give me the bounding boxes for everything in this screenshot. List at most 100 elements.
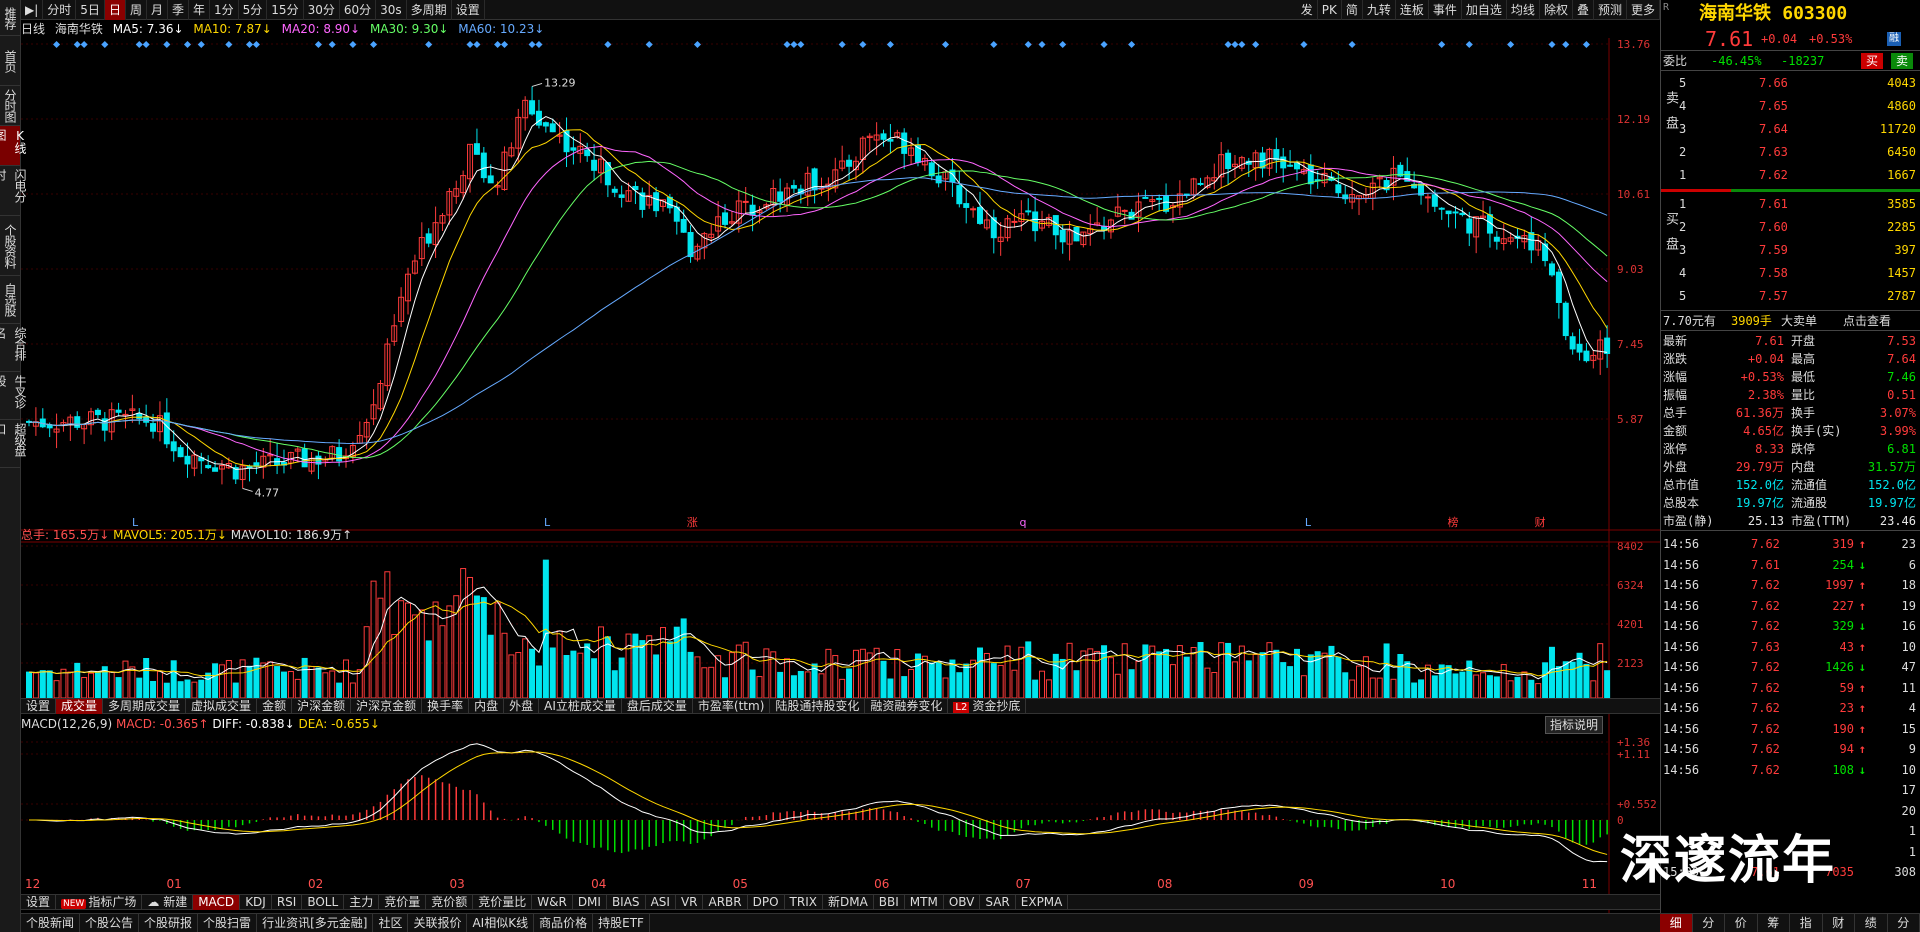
news-tab-3[interactable]: 个股扫雷 [198, 914, 258, 932]
toolbar-right-3[interactable]: 九转 [1363, 0, 1396, 20]
toolbar-right-6[interactable]: 加自选 [1462, 0, 1507, 20]
toolbar-right-9[interactable]: 叠 [1573, 0, 1594, 20]
period-tab-1[interactable]: 5日 [76, 0, 105, 20]
news-tab-5[interactable]: 社区 [373, 914, 409, 932]
chart-area[interactable]: 13.76 12.19 10.61 9.03 7.45 5.87 8402 6324 4201 2… [21, 38, 1660, 913]
sell_book-row[interactable]: 4 7.65 4860 [1679, 96, 1920, 116]
period-tab-12[interactable]: 30s [376, 0, 407, 20]
news-tab-9[interactable]: 持股ETF [593, 914, 650, 932]
toolbar-right-8[interactable]: 除权 [1540, 0, 1573, 20]
left-nav-item-6[interactable]: 自选股 [0, 276, 20, 324]
toolbar-right-4[interactable]: 连板 [1396, 0, 1429, 20]
news-tab-8[interactable]: 商品价格 [534, 914, 594, 932]
right-tab-3[interactable]: 筹 [1758, 914, 1790, 932]
sell_book-row[interactable]: 5 7.66 4043 [1679, 73, 1920, 93]
toolbar-right-5[interactable]: 事件 [1429, 0, 1462, 20]
big-order-row[interactable]: 7.70元有 3909手 大卖单 点击查看 [1661, 310, 1920, 330]
news-tab-4[interactable]: 行业资讯[多元金融] [257, 914, 374, 932]
period-tab-11[interactable]: 60分 [340, 0, 377, 20]
period-tab-4[interactable]: 月 [147, 0, 168, 20]
vol-tab-11[interactable]: 盘后成交量 [622, 698, 693, 714]
vol-tab-15[interactable]: L2 资金抄底 [948, 698, 1027, 714]
event-marker[interactable]: L [1305, 516, 1312, 529]
right-tab-0[interactable]: 细 [1660, 914, 1693, 932]
right-tab-5[interactable]: 财 [1823, 914, 1855, 932]
right-tab-1[interactable]: 分 [1693, 914, 1725, 932]
indicator-tab-5[interactable]: RSI [272, 894, 303, 910]
sell-button[interactable]: 卖 [1891, 53, 1914, 69]
indicator-tab-13[interactable]: BIAS [607, 894, 646, 910]
indicator-tab-21[interactable]: MTM [905, 894, 944, 910]
indicator-tab-14[interactable]: ASI [646, 894, 676, 910]
indicator-help-button[interactable]: 指标说明 [1544, 716, 1603, 734]
buy_book-row[interactable]: 5 7.57 2787 [1679, 286, 1920, 306]
indicator-tab-11[interactable]: W&R [532, 894, 573, 910]
right-tab-2[interactable]: 价 [1725, 914, 1758, 932]
indicator-tab-7[interactable]: 主力 [344, 894, 380, 910]
indicator-tab-6[interactable]: BOLL [302, 894, 345, 910]
period-tab-7[interactable]: 1分 [210, 0, 239, 20]
vol-tab-12[interactable]: 市盈率(ttm) [693, 698, 771, 714]
vol-tab-3[interactable]: 虚拟成交量 [186, 698, 258, 714]
toolbar-right-2[interactable]: 简 [1342, 0, 1363, 20]
indicator-tab-8[interactable]: 竞价量 [379, 894, 427, 910]
period-tab-2[interactable]: 日 [104, 0, 126, 20]
vol-tab-8[interactable]: 内盘 [469, 698, 505, 714]
vol-tab-1[interactable]: 成交量 [56, 698, 104, 714]
indicator-tab-4[interactable]: KDJ [240, 894, 272, 910]
indicator-tab-16[interactable]: ARBR [703, 894, 748, 910]
left-nav-item-5[interactable]: 个股资料 [0, 216, 20, 276]
buy_book-row[interactable]: 2 7.60 2285 [1679, 217, 1920, 237]
news-tab-2[interactable]: 个股研报 [139, 914, 199, 932]
period-tab-8[interactable]: 5分 [239, 0, 268, 20]
indicator-tab-0[interactable]: 设置 [21, 894, 57, 910]
right-tab-6[interactable]: 绩 [1855, 914, 1888, 932]
indicator-tab-15[interactable]: VR [676, 894, 704, 910]
indicator-tab-24[interactable]: EXPMA [1016, 894, 1069, 910]
event-marker[interactable]: 榜 [1448, 515, 1459, 529]
left-nav-item-2[interactable]: 分时图 [0, 86, 20, 126]
toolbar-right-0[interactable]: 发 [1297, 0, 1318, 20]
vol-tab-6[interactable]: 沪深京金额 [351, 698, 423, 714]
buy_book-row[interactable]: 4 7.58 1457 [1679, 263, 1920, 283]
left-nav-item-0[interactable]: 推荐 [0, 0, 20, 36]
indicator-tab-9[interactable]: 竞价额 [426, 894, 474, 910]
event-marker[interactable]: 涨 [687, 516, 698, 529]
period-tab-10[interactable]: 30分 [304, 0, 340, 20]
vol-tab-0[interactable]: 设置 [21, 698, 57, 714]
toolbar-right-1[interactable]: PK [1318, 0, 1342, 20]
news-tab-7[interactable]: AI相似K线 [467, 914, 535, 932]
event-marker[interactable]: q [1020, 516, 1027, 529]
event-marker[interactable]: 财 [1535, 515, 1546, 529]
indicator-tab-18[interactable]: TRIX [785, 894, 823, 910]
indicator-tab-3[interactable]: MACD [193, 894, 241, 910]
indicator-tab-1[interactable]: NEW 指标广场 [56, 894, 143, 910]
vol-tab-10[interactable]: AI立桩成交量 [539, 698, 622, 714]
indicator-tab-20[interactable]: BBI [874, 894, 905, 910]
buy_book-row[interactable]: 3 7.59 397 [1679, 240, 1920, 260]
left-nav-item-8[interactable]: 牛叉诊股 [0, 372, 27, 420]
sell_book-row[interactable]: 2 7.63 6450 [1679, 142, 1920, 162]
event-marker[interactable]: L [544, 516, 551, 529]
vol-tab-13[interactable]: 陆股通持股变化 [770, 698, 866, 714]
vol-tab-2[interactable]: 多周期成交量 [103, 698, 187, 714]
period-tab-13[interactable]: 多周期 [407, 0, 452, 20]
indicator-tab-2[interactable]: ☁ 新建 [142, 894, 194, 910]
toolbar-right-11[interactable]: 更多 [1627, 0, 1660, 20]
period-tab-9[interactable]: 15分 [267, 0, 304, 20]
indicator-tab-17[interactable]: DPO [748, 894, 785, 910]
indicator-tab-10[interactable]: 竞价量比 [473, 894, 533, 910]
buy_book-row[interactable]: 1 7.61 3585 [1679, 194, 1920, 214]
left-nav-item-9[interactable]: 超级盘口 [0, 420, 27, 468]
vol-tab-5[interactable]: 沪深金额 [292, 698, 352, 714]
indicator-tab-23[interactable]: SAR [980, 894, 1016, 910]
toolbar-right-7[interactable]: 均线 [1507, 0, 1540, 20]
kline-chart[interactable]: 13.7612.1910.619.037.455.878402632442012… [21, 38, 1660, 913]
vol-tab-14[interactable]: 融资融券变化 [865, 698, 949, 714]
right-tab-4[interactable]: 指 [1790, 914, 1823, 932]
buy-button[interactable]: 买 [1861, 53, 1884, 69]
period-tab-14[interactable]: 设置 [452, 0, 485, 20]
left-nav-item-3[interactable]: K线图 [0, 126, 27, 166]
news-tab-0[interactable]: 个股新闻 [21, 914, 81, 932]
vol-tab-4[interactable]: 金额 [257, 698, 293, 714]
